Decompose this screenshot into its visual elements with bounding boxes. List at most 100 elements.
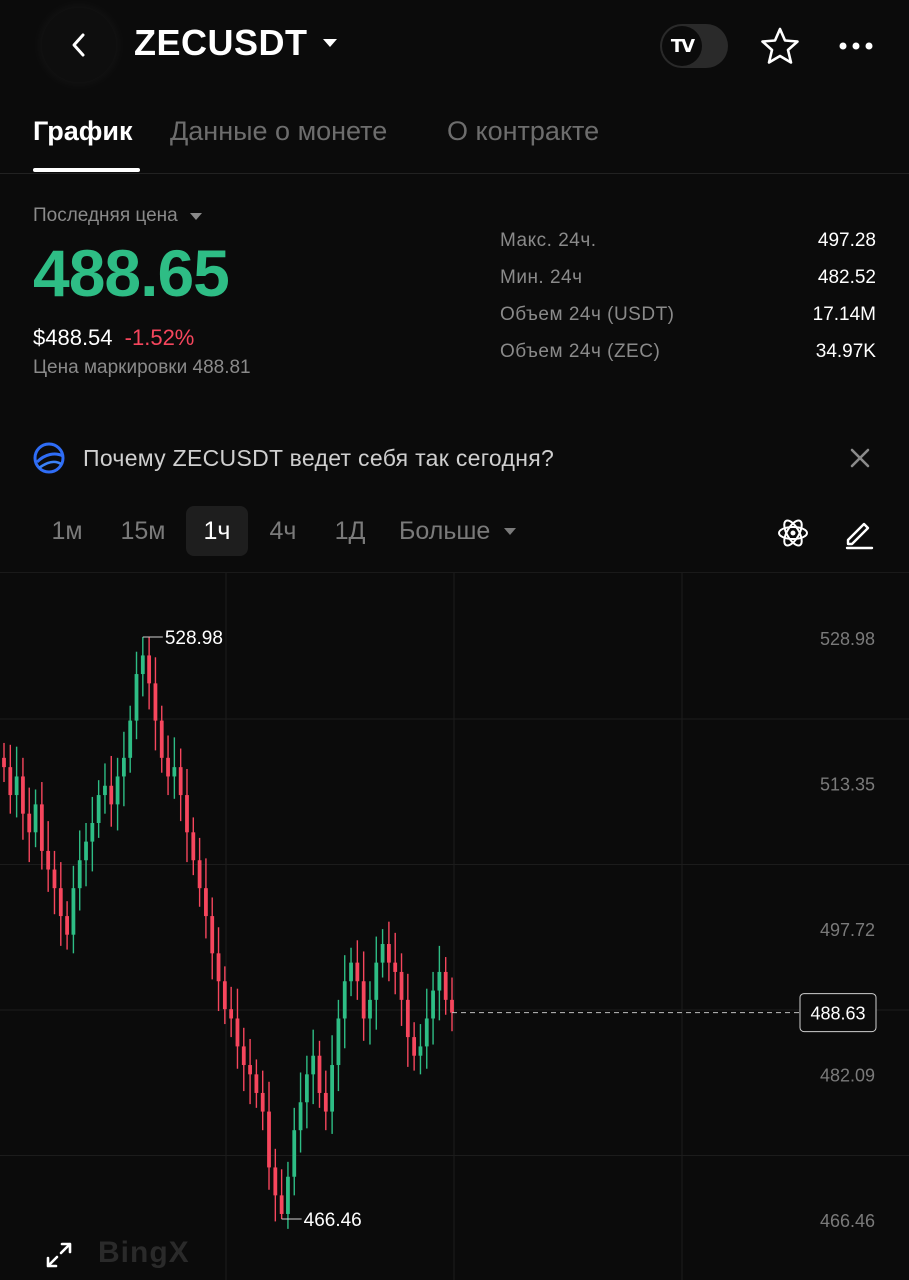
- top-bar: ZECUSDT TV: [0, 0, 909, 92]
- low-marker-label: 466.46: [304, 1210, 362, 1231]
- candle-body: [380, 944, 385, 963]
- stat-row-volume-usdt: Объем 24ч (USDT) 17.14M: [500, 304, 876, 341]
- ai-insight-banner[interactable]: Почему ZECUSDT ведет себя так сегодня?: [33, 436, 876, 480]
- candle-body: [2, 757, 6, 768]
- stats-24h: Макс. 24ч. 497.28 Мин. 24ч 482.52 Объем …: [500, 230, 876, 378]
- candle-body: [317, 1055, 322, 1093]
- price-axis-tick: 497.72: [820, 920, 875, 940]
- interval-more-label: Больше: [399, 517, 491, 545]
- candle-body: [374, 962, 379, 1000]
- interval-4h[interactable]: 4ч: [258, 506, 308, 556]
- candle-body: [46, 850, 51, 870]
- candle-body: [121, 757, 126, 777]
- stat-value: 497.28: [817, 230, 876, 251]
- price-chart[interactable]: 528.98 513.35 497.72 482.09 466.46 528.98 466.…: [0, 572, 909, 1280]
- interval-bar: 1м 15м 1ч 4ч 1Д Больше: [0, 506, 909, 556]
- candle-body: [260, 1092, 265, 1112]
- pair-selector[interactable]: ZECUSDT: [134, 22, 338, 64]
- tab-coin-data[interactable]: Данные о монете: [170, 116, 387, 147]
- candle-body: [336, 1018, 341, 1066]
- ai-banner-text: Почему ZECUSDT ведет себя так сегодня?: [83, 444, 555, 471]
- price-summary: Последняя цена 488.65 $488.54 -1.52% Цен…: [33, 205, 251, 379]
- candle-body: [128, 720, 133, 758]
- price-axis-tick: 482.09: [820, 1066, 875, 1086]
- candle-body: [109, 785, 114, 805]
- interval-15m[interactable]: 15м: [112, 506, 174, 556]
- candle-body: [267, 1111, 271, 1168]
- candle-body: [399, 971, 404, 1000]
- candle-body: [368, 999, 372, 1019]
- tab-chart[interactable]: График: [33, 116, 133, 147]
- star-icon: [761, 27, 799, 64]
- candle-body: [8, 767, 13, 796]
- candle-body: [443, 971, 448, 1000]
- favorite-button[interactable]: [760, 26, 800, 66]
- expand-icon[interactable]: [42, 1238, 76, 1272]
- ai-globe-icon: [33, 442, 65, 474]
- candle-body: [311, 1055, 316, 1075]
- more-icon: [839, 42, 873, 50]
- interval-1h[interactable]: 1ч: [186, 506, 248, 556]
- indicators-icon[interactable]: [776, 516, 810, 550]
- candlestick-chart[interactable]: 528.98 513.35 497.72 482.09 466.46 528.98 466.…: [0, 573, 909, 1280]
- more-button[interactable]: [836, 30, 876, 62]
- price-axis-tick: 528.98: [820, 629, 875, 649]
- caret-down-icon: [322, 39, 337, 47]
- candle-body: [159, 720, 164, 758]
- watermark-logo: BingX: [98, 1236, 190, 1269]
- interval-1d[interactable]: 1Д: [326, 506, 374, 556]
- candle-body: [204, 888, 208, 917]
- candle-body: [33, 804, 38, 833]
- candle-body: [431, 990, 435, 1019]
- candle-body: [222, 981, 227, 1010]
- last-price-label: Последняя цена: [33, 205, 178, 226]
- candle-body: [330, 1065, 335, 1112]
- candle-body: [71, 888, 76, 935]
- candle-body: [210, 916, 215, 954]
- candle-body: [27, 813, 32, 833]
- stat-label: Объем 24ч (USDT): [500, 304, 675, 325]
- stat-row-volume-zec: Объем 24ч (ZEC) 34.97K: [500, 341, 876, 378]
- candle-body: [298, 1102, 303, 1131]
- price-axis-tick: 466.46: [820, 1211, 875, 1231]
- price-axis-tick: 513.35: [820, 775, 875, 795]
- candle-body: [304, 1074, 309, 1103]
- candle-body: [153, 683, 158, 721]
- candle-body: [387, 944, 391, 963]
- caret-down-icon: [504, 527, 517, 535]
- close-icon[interactable]: [844, 442, 876, 474]
- candle-body: [248, 1065, 252, 1075]
- candle-body: [405, 999, 410, 1038]
- interval-1m[interactable]: 1м: [42, 506, 92, 556]
- candle-body: [14, 776, 19, 796]
- candle-body: [286, 1176, 290, 1214]
- last-price-selector[interactable]: Последняя цена: [33, 205, 251, 227]
- tab-contract-info[interactable]: О контракте: [447, 116, 599, 147]
- candle-body: [418, 1046, 423, 1056]
- tradingview-toggle[interactable]: TV: [660, 24, 728, 68]
- candle-body: [342, 981, 347, 1019]
- high-marker-label: 528.98: [165, 628, 223, 649]
- mark-price: Цена маркировки 488.81: [33, 357, 251, 378]
- candle-body: [292, 1130, 297, 1177]
- stat-value: 17.14M: [812, 304, 876, 325]
- candle-body: [147, 655, 152, 684]
- interval-more[interactable]: Больше: [399, 506, 539, 556]
- candle-body: [197, 860, 202, 889]
- candle-body: [52, 869, 57, 889]
- candle-body: [349, 962, 353, 982]
- draw-pencil-icon[interactable]: [842, 516, 876, 550]
- candle-body: [166, 757, 170, 777]
- tabs: График Данные о монете О контракте: [0, 100, 909, 174]
- stat-label: Мин. 24ч: [500, 267, 583, 288]
- candle-body: [361, 981, 366, 1019]
- candle-body: [39, 804, 44, 851]
- back-button[interactable]: [42, 8, 116, 82]
- stat-row-low: Мин. 24ч 482.52: [500, 267, 876, 304]
- current-price-label: 488.63: [810, 1004, 865, 1024]
- candle-body: [229, 1009, 234, 1019]
- candle-body: [424, 1018, 429, 1047]
- candle-body: [96, 795, 101, 823]
- candle-body: [172, 767, 177, 777]
- candle-body: [115, 776, 120, 805]
